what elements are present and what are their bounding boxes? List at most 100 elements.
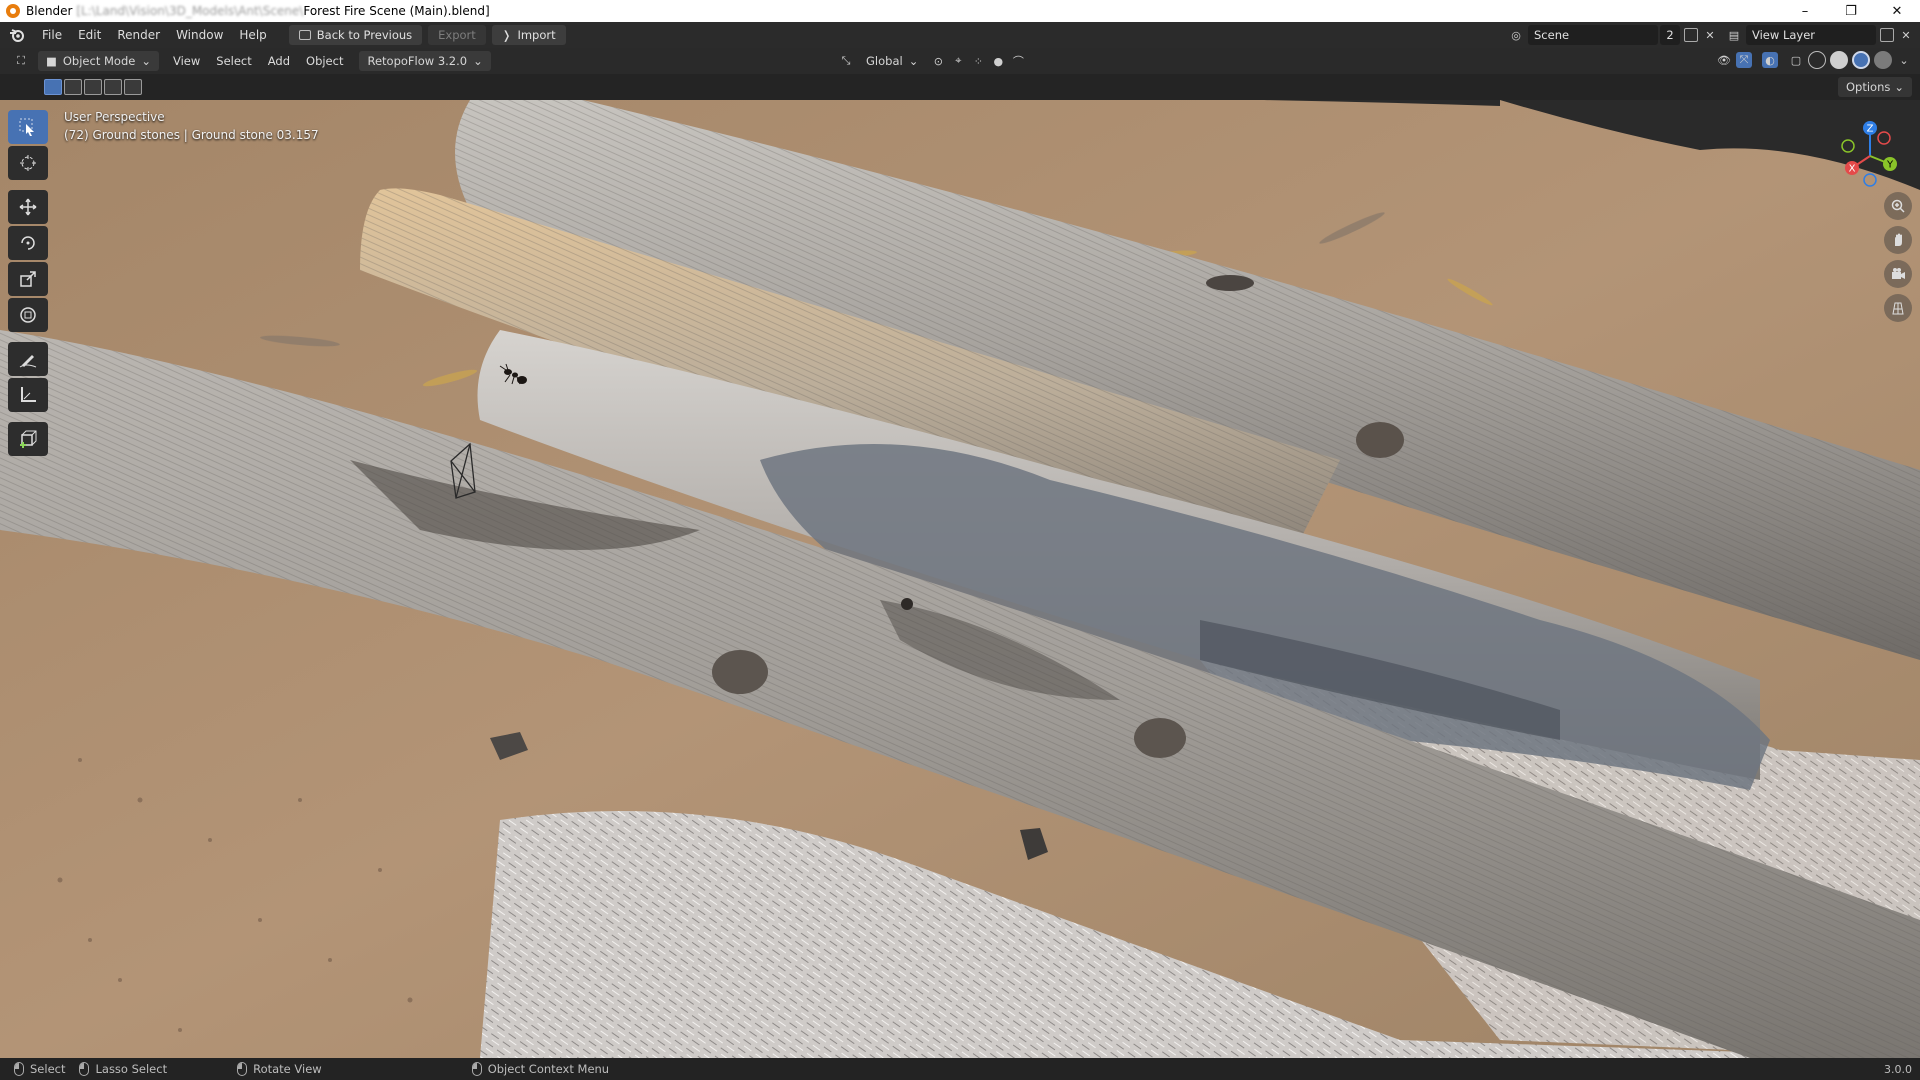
select-subtract-icon[interactable] <box>84 79 102 95</box>
measure-tool[interactable] <box>8 378 48 412</box>
move-tool[interactable] <box>8 190 48 224</box>
neg-y-handle[interactable] <box>1841 139 1855 153</box>
scale-tool[interactable] <box>8 262 48 296</box>
menu-view[interactable]: View <box>165 50 208 72</box>
options-dropdown[interactable]: Options ⌄ <box>1837 77 1912 97</box>
menu-render[interactable]: Render <box>109 24 168 46</box>
app-name: Blender <box>26 4 73 18</box>
minimize-button[interactable]: – <box>1782 0 1828 22</box>
material-shading-icon[interactable] <box>1852 51 1870 69</box>
shading-options-icon[interactable]: ⌄ <box>1896 52 1912 68</box>
menu-add[interactable]: Add <box>260 50 298 72</box>
close-button[interactable]: ✕ <box>1874 0 1920 22</box>
scene-name-field[interactable]: Scene <box>1528 25 1658 45</box>
menu-edit[interactable]: Edit <box>70 24 109 46</box>
solid-shading-icon[interactable] <box>1830 51 1848 69</box>
retopoflow-label: RetopoFlow 3.2.0 <box>367 54 468 68</box>
retopoflow-dropdown[interactable]: RetopoFlow 3.2.0 ⌄ <box>359 51 491 71</box>
select-box-tool[interactable] <box>8 110 48 144</box>
options-label: Options <box>1845 80 1891 94</box>
restore-button[interactable]: ❐ <box>1828 0 1874 22</box>
delete-scene-icon[interactable]: ✕ <box>1702 27 1718 43</box>
3d-cursor-icon <box>20 155 36 171</box>
zoom-view-icon[interactable] <box>1884 192 1912 220</box>
chevron-down-icon: ⌄ <box>908 54 919 68</box>
viewport-header: ⛶ ■ Object Mode ⌄ View Select Add Object… <box>0 48 1920 74</box>
status-lasso-label: Lasso Select <box>95 1062 168 1076</box>
status-select-label: Select <box>30 1062 66 1076</box>
delete-view-layer-icon[interactable]: ✕ <box>1898 27 1914 43</box>
status-rotate-label: Rotate View <box>253 1062 322 1076</box>
pan-view-icon[interactable] <box>1884 226 1912 254</box>
view-layer-name: View Layer <box>1752 28 1816 42</box>
new-scene-icon[interactable] <box>1684 28 1698 42</box>
blender-logo-icon[interactable] <box>8 26 26 44</box>
visibility-icon[interactable]: 👁 <box>1716 52 1732 68</box>
annotate-tool[interactable] <box>8 342 48 376</box>
menu-select[interactable]: Select <box>208 50 259 72</box>
cursor-tool[interactable] <box>8 146 48 180</box>
export-button[interactable]: Export <box>428 25 486 45</box>
snap-target-icon[interactable]: ⁘ <box>970 53 986 69</box>
window-titlebar: Blender [L:\Land\Vision\3D_Models\Ant\Sc… <box>0 0 1920 22</box>
chevron-down-icon: ⌄ <box>473 54 483 68</box>
pivot-point-icon[interactable]: ⊙ <box>930 53 946 69</box>
status-lasso: Lasso Select <box>79 1062 167 1076</box>
xray-toggle-icon[interactable]: ▢ <box>1788 52 1804 68</box>
import-button[interactable]: ❭ Import <box>491 25 566 45</box>
rendered-shading-icon[interactable] <box>1874 51 1892 69</box>
transform-tool[interactable] <box>8 298 48 332</box>
file-path: [L:\Land\Vision\3D_Models\Ant\Scene\ <box>76 4 304 18</box>
add-cube-tool[interactable] <box>8 422 48 456</box>
pencil-icon <box>19 355 37 368</box>
x-axis-label: X <box>1849 164 1856 175</box>
neg-x-handle[interactable] <box>1877 131 1891 145</box>
scene-browse-icon[interactable]: ◎ <box>1508 27 1524 43</box>
left-mouse-drag-icon <box>79 1062 90 1076</box>
object-mode-icon: ■ <box>46 54 57 68</box>
mode-dropdown[interactable]: ■ Object Mode ⌄ <box>38 51 159 71</box>
perspective-toggle-icon[interactable] <box>1884 294 1912 322</box>
neg-z-handle[interactable] <box>1863 173 1877 187</box>
select-extend-icon[interactable] <box>64 79 82 95</box>
transform-orientation-dropdown[interactable]: Global ⌄ <box>858 51 926 71</box>
navigation-gizmo[interactable]: Z Y X <box>1830 116 1910 196</box>
move-icon <box>19 198 37 216</box>
status-context-label: Object Context Menu <box>487 1062 610 1076</box>
viewport-render <box>0 100 1920 1058</box>
view-layer-icon[interactable]: ▤ <box>1726 27 1742 43</box>
camera-view-icon[interactable] <box>1884 260 1912 288</box>
y-axis-label: Y <box>1886 160 1894 171</box>
proportional-edit-icon[interactable]: ● <box>990 53 1006 69</box>
select-new-icon[interactable] <box>44 79 62 95</box>
cube-add-icon <box>20 430 37 448</box>
snap-toggle-icon[interactable]: ⌖ <box>950 53 966 69</box>
new-view-layer-icon[interactable] <box>1880 28 1894 42</box>
rotate-tool[interactable] <box>8 226 48 260</box>
wireframe-shading-icon[interactable] <box>1808 51 1826 69</box>
falloff-icon[interactable]: ⌒ <box>1010 53 1026 69</box>
chevron-right-icon: ❭ <box>501 28 512 42</box>
status-bar: Select Lasso Select Rotate View Object C… <box>0 1058 1920 1080</box>
gizmo-toggle-icon[interactable]: ⤧ <box>1736 52 1752 68</box>
middle-mouse-icon <box>237 1062 248 1076</box>
select-intersect-icon[interactable] <box>124 79 142 95</box>
scene-users-value: 2 <box>1666 28 1674 42</box>
active-object-info: (72) Ground stones | Ground stone 03.157 <box>64 128 319 142</box>
tool-settings-bar: Options ⌄ <box>0 74 1920 100</box>
right-mouse-icon <box>471 1062 482 1076</box>
tool-shelf <box>8 110 48 456</box>
select-invert-icon[interactable] <box>104 79 122 95</box>
menu-file[interactable]: File <box>34 24 70 46</box>
back-to-previous-button[interactable]: Back to Previous <box>288 25 423 45</box>
editor-type-icon[interactable]: ⛶ <box>10 53 32 69</box>
chevron-down-icon: ⌄ <box>141 54 151 68</box>
view-layer-field[interactable]: View Layer <box>1746 25 1876 45</box>
orientation-label: Global <box>866 54 903 68</box>
3d-viewport[interactable]: Z Y X <box>0 100 1920 1058</box>
scene-users-count: 2 <box>1660 25 1680 45</box>
menu-window[interactable]: Window <box>168 24 231 46</box>
overlays-toggle-icon[interactable]: ◐ <box>1762 52 1778 68</box>
menu-object[interactable]: Object <box>298 50 351 72</box>
menu-help[interactable]: Help <box>231 24 274 46</box>
